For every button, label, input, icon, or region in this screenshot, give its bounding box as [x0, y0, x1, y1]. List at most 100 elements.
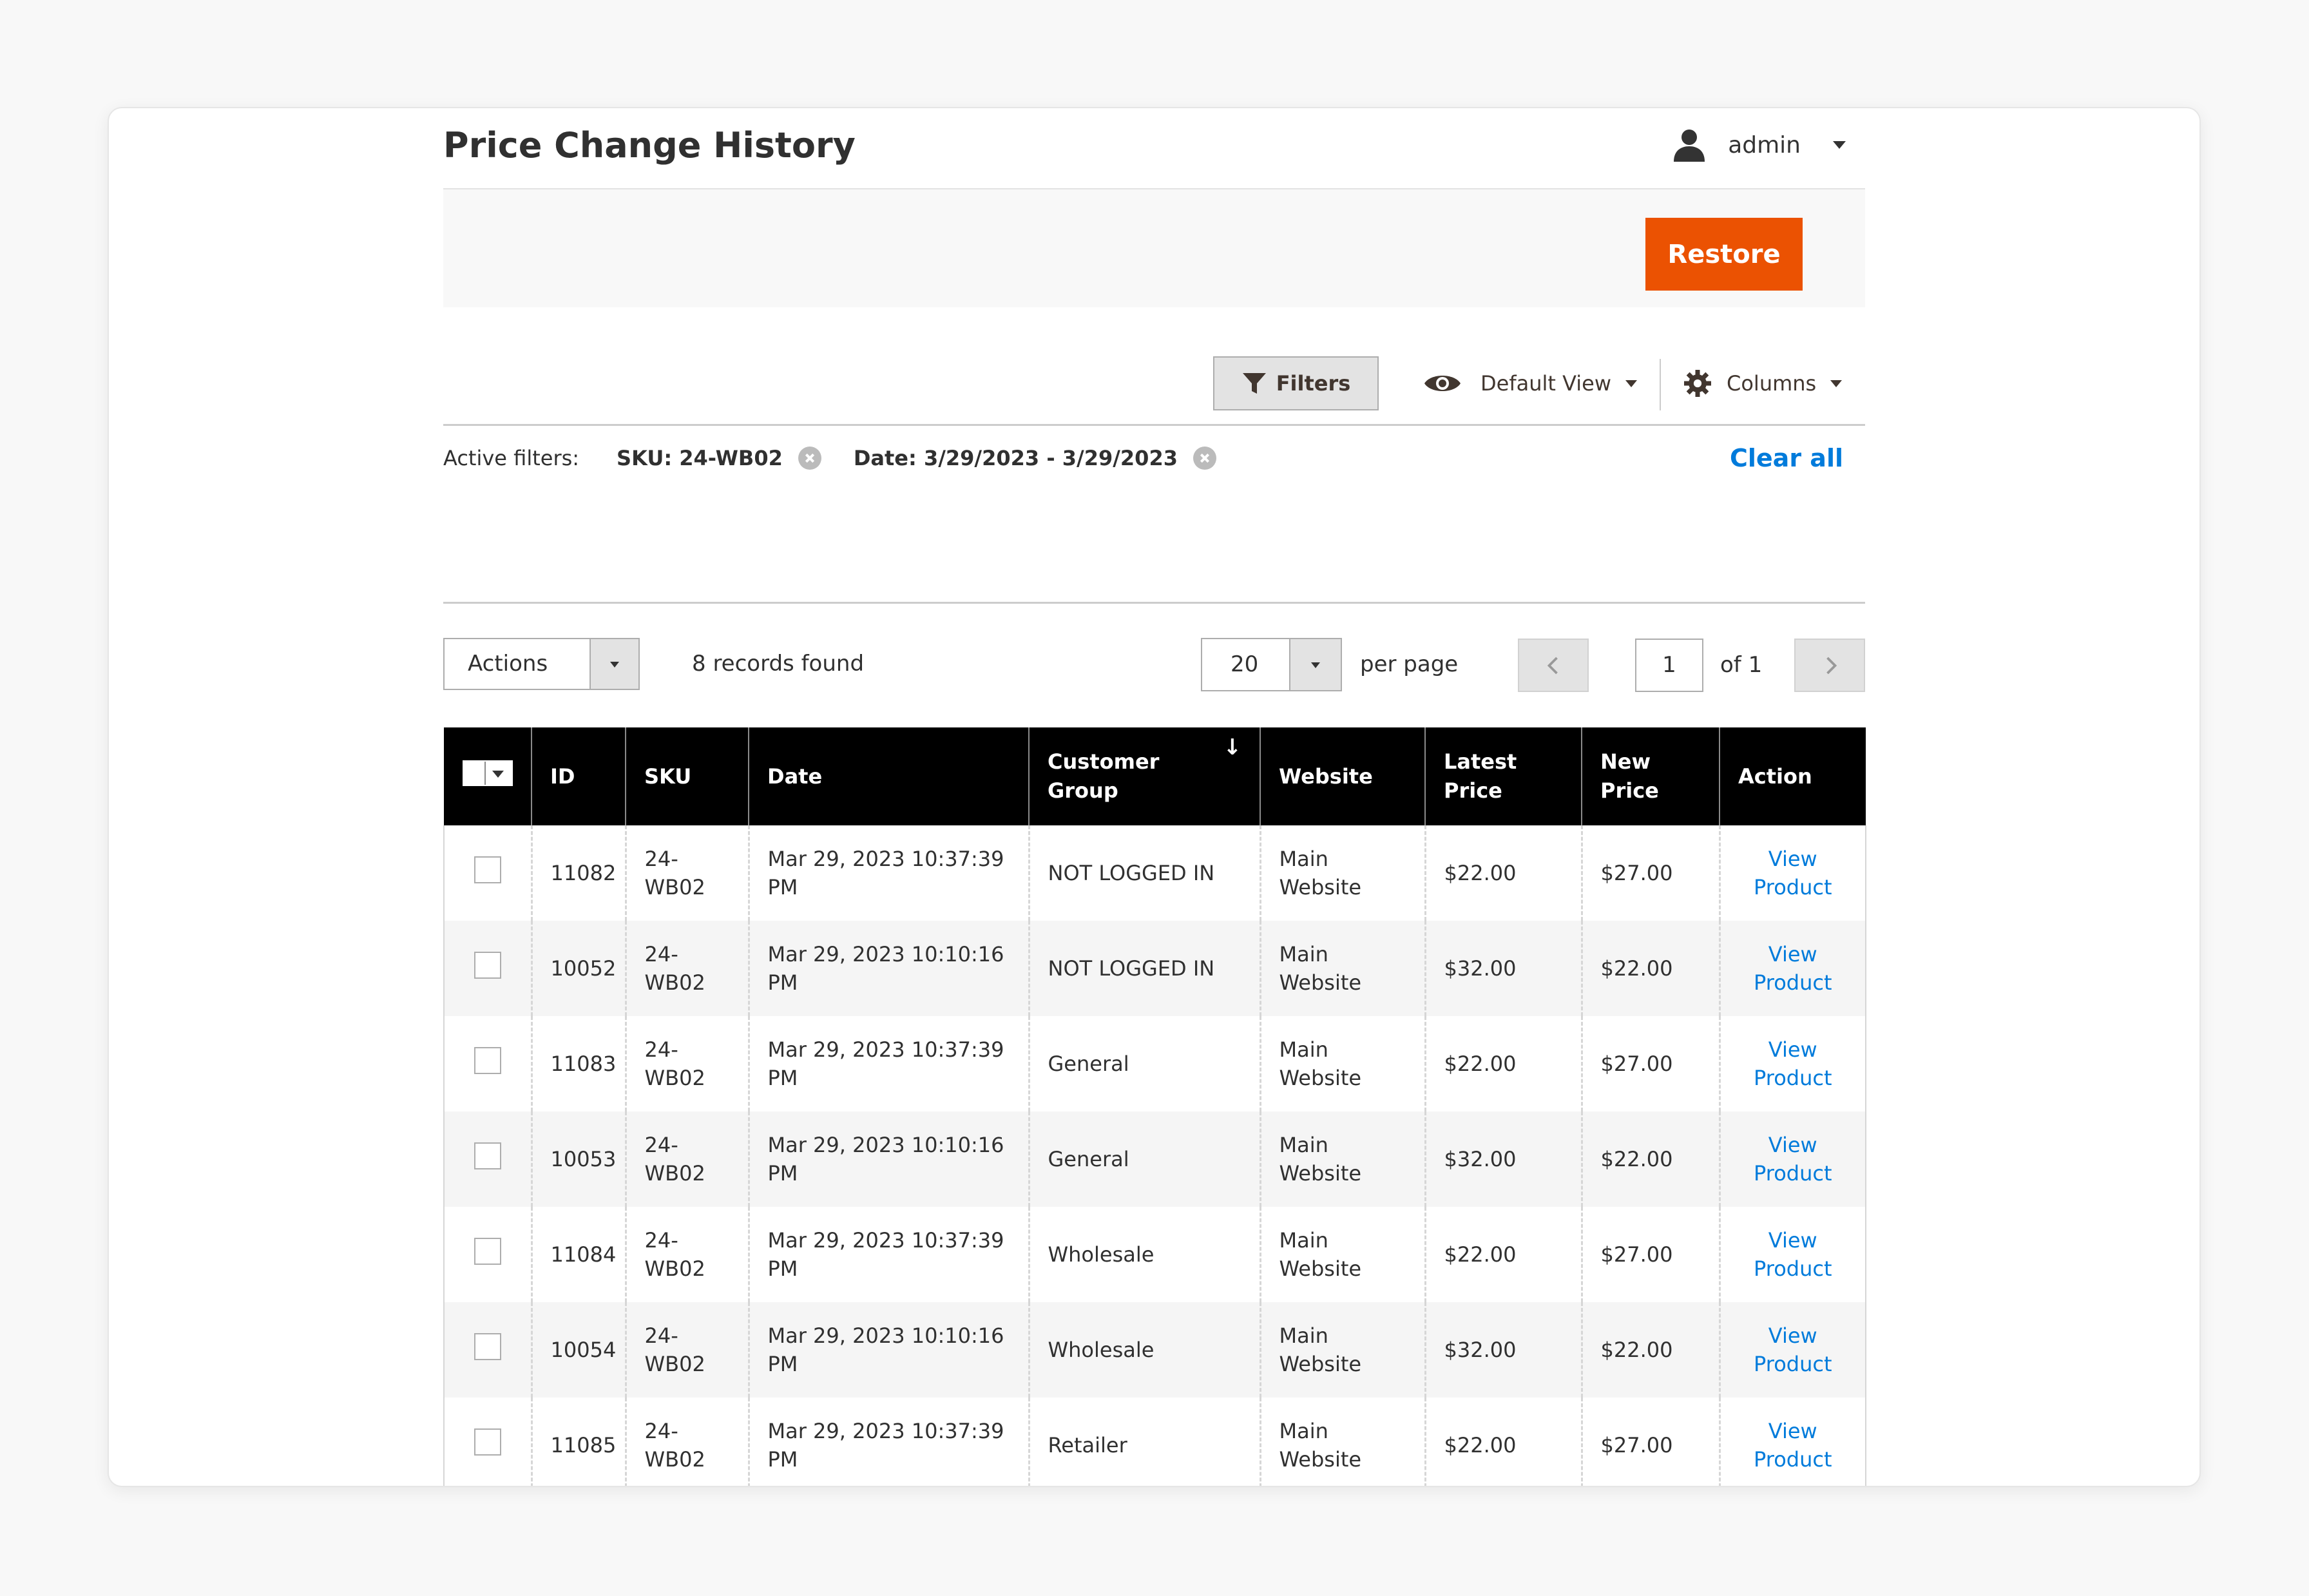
- sku-cell: 24-WB02: [624, 825, 749, 921]
- restore-button[interactable]: Restore: [1645, 218, 1803, 291]
- admin-user-menu[interactable]: admin: [1674, 122, 1846, 168]
- filter-chip-date: Date: 3/29/2023 - 3/29/2023: [854, 446, 1216, 470]
- table-row: 11082 24-WB02 Mar 29, 2023 10:37:39 PM NOT …: [443, 825, 1866, 921]
- website-cell: Main Website: [1259, 825, 1425, 921]
- select-all-checkbox[interactable]: [463, 762, 486, 785]
- customer-group-cell: NOT LOGGED IN: [1028, 921, 1260, 1016]
- date-cell: Mar 29, 2023 10:37:39 PM: [747, 1398, 1029, 1486]
- filters-bottom-divider: [443, 602, 1865, 604]
- chevron-down-icon: [492, 771, 504, 778]
- row-select-cell: [443, 1207, 532, 1302]
- row-checkbox[interactable]: [474, 1237, 501, 1265]
- latest-price-cell: $32.00: [1424, 921, 1582, 1016]
- mass-select-header[interactable]: [444, 727, 532, 825]
- row-checkbox[interactable]: [474, 1142, 501, 1169]
- column-header-website[interactable]: Website: [1260, 727, 1425, 825]
- view-product-link[interactable]: View Product: [1739, 1131, 1848, 1187]
- view-product-link[interactable]: View Product: [1739, 1226, 1848, 1283]
- customer-group-cell: NOT LOGGED IN: [1028, 825, 1260, 921]
- column-header-sku[interactable]: SKU: [625, 727, 749, 825]
- page-card: Price Change History admin Restore Filte…: [108, 107, 2201, 1487]
- customer-group-header-label: Customer Group: [1048, 749, 1160, 803]
- chevron-down-icon: [610, 661, 619, 668]
- active-filters-row: Active filters: SKU: 24-WB02 Date: 3/29/…: [443, 426, 1865, 490]
- mass-actions-select[interactable]: Actions: [443, 638, 640, 690]
- clear-all-link[interactable]: Clear all: [1730, 426, 1843, 490]
- latest-price-cell: $22.00: [1424, 1207, 1582, 1302]
- toolbar-divider: [1660, 359, 1661, 410]
- latest-price-cell: $22.00: [1424, 825, 1582, 921]
- mass-select-control[interactable]: [462, 760, 513, 786]
- action-cell: View Product: [1718, 1111, 1866, 1207]
- website-cell: Main Website: [1259, 921, 1425, 1016]
- sku-cell: 24-WB02: [624, 1398, 749, 1486]
- sku-cell: 24-WB02: [624, 1207, 749, 1302]
- column-header-date[interactable]: Date: [748, 727, 1029, 825]
- action-cell: View Product: [1718, 825, 1866, 921]
- column-header-id[interactable]: ID: [531, 727, 626, 825]
- funnel-icon: [1242, 373, 1266, 394]
- sku-cell: 24-WB02: [624, 921, 749, 1016]
- new-price-cell: $27.00: [1580, 1207, 1720, 1302]
- view-product-link[interactable]: View Product: [1739, 1322, 1848, 1378]
- per-page-value: 20: [1231, 651, 1259, 677]
- row-select-cell: [443, 921, 532, 1016]
- remove-filter-icon[interactable]: [1193, 447, 1216, 470]
- eye-icon: [1424, 376, 1461, 391]
- per-page-select[interactable]: 20: [1201, 638, 1342, 691]
- remove-filter-icon[interactable]: [798, 447, 821, 470]
- table-header-row: ID SKU Date Customer Group ↓ Website Lat…: [444, 727, 1866, 825]
- row-checkbox[interactable]: [474, 1332, 501, 1360]
- previous-page-button[interactable]: [1518, 639, 1589, 692]
- next-page-button[interactable]: [1794, 639, 1865, 692]
- chevron-down-icon: [1625, 380, 1638, 387]
- chevron-right-icon: [1826, 657, 1837, 675]
- date-cell: Mar 29, 2023 10:37:39 PM: [747, 1207, 1029, 1302]
- table-row: 11085 24-WB02 Mar 29, 2023 10:37:39 PM Reta…: [443, 1398, 1866, 1486]
- customer-group-cell: Wholesale: [1028, 1302, 1260, 1398]
- website-cell: Main Website: [1259, 1111, 1425, 1207]
- customer-group-cell: Retailer: [1028, 1398, 1260, 1486]
- chevron-down-icon: [1311, 662, 1320, 668]
- chevron-left-icon: [1547, 657, 1558, 675]
- row-checkbox[interactable]: [474, 1046, 501, 1074]
- filters-label: Filters: [1276, 371, 1351, 396]
- new-price-cell: $22.00: [1580, 1111, 1720, 1207]
- customer-group-cell: Wholesale: [1028, 1207, 1260, 1302]
- sku-cell: 24-WB02: [624, 1302, 749, 1398]
- column-header-new-price[interactable]: New Price: [1581, 727, 1720, 825]
- row-select-cell: [443, 1111, 532, 1207]
- row-select-cell: [443, 1016, 532, 1111]
- grid-toolbar: Filters Default View Columns: [443, 356, 1865, 410]
- customer-group-cell: General: [1028, 1016, 1260, 1111]
- view-product-link[interactable]: View Product: [1739, 845, 1848, 901]
- row-checkbox[interactable]: [474, 951, 501, 979]
- column-header-latest-price[interactable]: Latest Price: [1424, 727, 1582, 825]
- column-header-customer-group[interactable]: Customer Group ↓: [1028, 727, 1260, 825]
- row-checkbox[interactable]: [474, 856, 501, 883]
- sku-cell: 24-WB02: [624, 1111, 749, 1207]
- view-product-link[interactable]: View Product: [1739, 1035, 1848, 1092]
- latest-price-cell: $32.00: [1424, 1302, 1582, 1398]
- date-cell: Mar 29, 2023 10:10:16 PM: [747, 1302, 1029, 1398]
- id-cell: 11085: [530, 1398, 626, 1486]
- view-switcher[interactable]: Default View: [1423, 356, 1638, 410]
- website-cell: Main Website: [1259, 1302, 1425, 1398]
- per-page-toggle[interactable]: [1289, 639, 1341, 690]
- view-product-link[interactable]: View Product: [1739, 1417, 1848, 1474]
- mass-actions-toggle[interactable]: [589, 639, 638, 689]
- new-price-cell: $27.00: [1580, 1016, 1720, 1111]
- date-cell: Mar 29, 2023 10:37:39 PM: [747, 825, 1029, 921]
- view-product-link[interactable]: View Product: [1739, 940, 1848, 997]
- sort-descending-icon: ↓: [1223, 735, 1242, 760]
- view-label: Default View: [1480, 371, 1612, 396]
- page-number-input[interactable]: 1: [1635, 639, 1703, 692]
- date-cell: Mar 29, 2023 10:37:39 PM: [747, 1016, 1029, 1111]
- row-select-cell: [443, 825, 532, 921]
- row-checkbox[interactable]: [474, 1428, 501, 1456]
- chevron-down-icon: [1833, 141, 1846, 149]
- filter-chip-sku: SKU: 24-WB02: [617, 446, 821, 470]
- date-cell: Mar 29, 2023 10:10:16 PM: [747, 921, 1029, 1016]
- filters-button[interactable]: Filters: [1213, 356, 1379, 410]
- columns-control[interactable]: Columns: [1684, 356, 1843, 410]
